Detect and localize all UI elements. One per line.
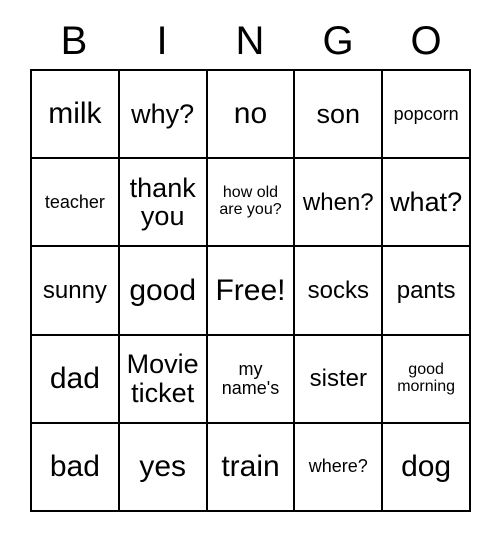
bingo-cell-label: Free! — [215, 273, 286, 307]
bingo-cell-label: son — [316, 98, 361, 129]
bingo-cell[interactable]: milk — [32, 71, 120, 160]
bingo-cell-label: Movie ticket — [126, 349, 199, 408]
header-letter-b: B — [60, 19, 88, 63]
bingo-cell[interactable]: good morning — [383, 335, 471, 424]
header-letter-g: G — [322, 19, 354, 63]
bingo-cell[interactable]: my name's — [207, 335, 296, 424]
bingo-cell[interactable]: teacher — [32, 159, 120, 248]
bingo-cell[interactable]: why? — [119, 71, 208, 160]
bingo-cell-label: my name's — [221, 358, 280, 398]
bingo-cell[interactable]: train — [207, 423, 296, 512]
bingo-cell-label: sister — [309, 365, 367, 393]
bingo-cell-label: dog — [401, 450, 452, 484]
bingo-cell[interactable]: when? — [295, 159, 384, 248]
header-letter-n: N — [235, 19, 265, 63]
bingo-cell[interactable]: what? — [383, 159, 471, 248]
bingo-cell[interactable]: thank you — [119, 159, 208, 248]
bingo-card: B I N G O milk why? no son popcorn teach… — [0, 0, 500, 544]
bingo-cell-label: where? — [308, 456, 368, 477]
bingo-cell[interactable]: Movie ticket — [119, 335, 208, 424]
bingo-cell-label: dad — [49, 361, 100, 395]
bingo-cell-label: how old are you? — [219, 184, 282, 219]
bingo-cell-label: no — [233, 97, 268, 131]
bingo-cell[interactable]: socks — [295, 247, 384, 336]
bingo-cell[interactable]: good — [119, 247, 208, 336]
bingo-cell[interactable]: no — [207, 71, 296, 160]
bingo-cell-label: why? — [131, 98, 195, 129]
bingo-cell-label: milk — [48, 97, 102, 131]
bingo-cell-label: good morning — [397, 360, 455, 395]
bingo-cell-label: teacher — [44, 191, 105, 212]
bingo-cell-label: thank you — [129, 172, 196, 232]
bingo-cell[interactable]: where? — [295, 423, 384, 512]
bingo-cell-label: train — [221, 450, 280, 484]
bingo-cell[interactable]: sunny — [32, 247, 120, 336]
bingo-cell-label: good — [129, 273, 197, 307]
bingo-cell-label: sunny — [42, 276, 107, 304]
bingo-cell-label: what? — [390, 187, 463, 218]
header-letter-o: O — [410, 19, 442, 63]
bingo-cell[interactable]: sister — [295, 335, 384, 424]
bingo-cell-label: popcorn — [393, 103, 459, 124]
bingo-cell-free[interactable]: Free! — [207, 247, 296, 336]
bingo-header: B I N G O — [30, 14, 470, 68]
bingo-cell[interactable]: son — [295, 71, 384, 160]
bingo-cell-label: socks — [307, 276, 369, 304]
bingo-cell-label: yes — [139, 450, 187, 484]
bingo-cell[interactable]: pants — [383, 247, 471, 336]
bingo-cell-label: pants — [396, 276, 456, 304]
bingo-grid: milk why? no son popcorn teacher thank y… — [30, 69, 471, 512]
bingo-cell[interactable]: dog — [383, 423, 471, 512]
bingo-cell-label: when? — [302, 188, 374, 216]
header-letter-i: I — [156, 19, 168, 63]
bingo-cell[interactable]: yes — [119, 423, 208, 512]
bingo-cell[interactable]: how old are you? — [207, 159, 296, 248]
bingo-cell[interactable]: bad — [32, 423, 120, 512]
bingo-cell[interactable]: popcorn — [383, 71, 471, 160]
bingo-cell-label: bad — [49, 450, 100, 484]
bingo-cell[interactable]: dad — [32, 335, 120, 424]
